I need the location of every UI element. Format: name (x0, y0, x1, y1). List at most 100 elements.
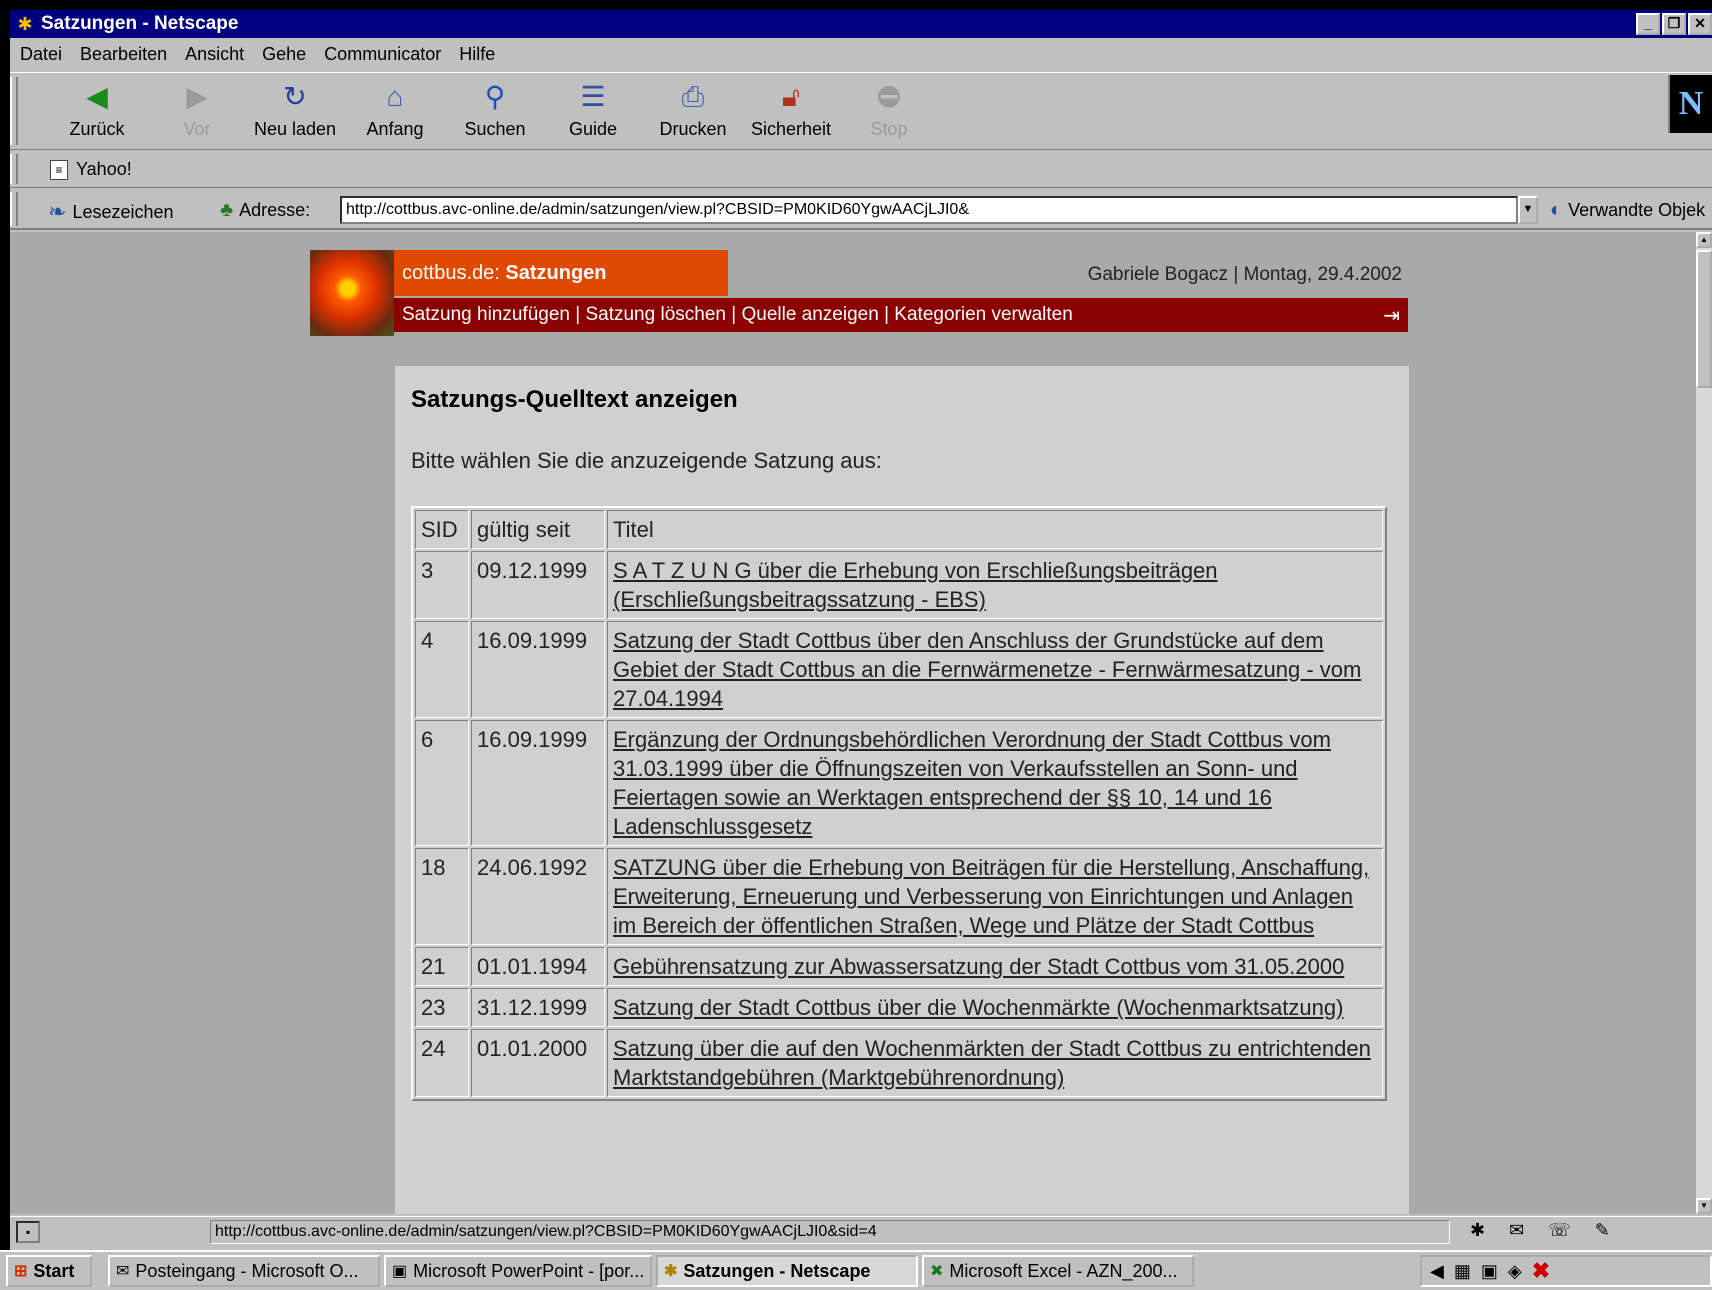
ati-icon[interactable]: ▣ (1481, 1261, 1498, 1282)
component-bar: ✱ ✉ ☏ ✎ (1470, 1220, 1610, 1241)
brand-section: Satzungen (505, 262, 607, 284)
cell-title: Gebührensatzung zur Abwassersatzung der … (607, 947, 1383, 986)
cell-date: 16.09.1999 (471, 621, 605, 718)
menu-gehe[interactable]: Gehe (262, 44, 306, 65)
menu-communicator[interactable]: Communicator (324, 44, 441, 65)
guide-button[interactable]: ☰ Guide (548, 79, 638, 140)
browser-window: ✱ Satzungen - Netscape _ ❐ ✕ Datei Bearb… (10, 10, 1712, 1260)
task-netscape[interactable]: ✱ Satzungen - Netscape (656, 1255, 918, 1287)
system-tray: ◀ ▦ ▣ ◈ ✖ (1420, 1255, 1712, 1287)
status-url: http://cottbus.avc-online.de/admin/satzu… (210, 1220, 1450, 1244)
satzung-link[interactable]: SATZUNG über die Erhebung von Beiträgen … (613, 855, 1369, 938)
task-powerpoint[interactable]: ▣ Microsoft PowerPoint - [por... (384, 1255, 652, 1287)
task-outlook[interactable]: ✉ Posteingang - Microsoft O... (108, 1255, 380, 1287)
tray-app-icon[interactable]: ▦ (1454, 1261, 1471, 1282)
user-date-info: Gabriele Bogacz | Montag, 29.4.2002 (1087, 264, 1402, 285)
task-excel[interactable]: ✖ Microsoft Excel - AZN_200... (922, 1255, 1194, 1287)
security-button[interactable]: 🔓︎ Sicherheit (746, 79, 836, 140)
satzung-link[interactable]: Gebührensatzung zur Abwassersatzung der … (613, 954, 1344, 979)
nav-manage-categories[interactable]: Kategorien verwalten (894, 304, 1073, 325)
page-icon: ≡ (50, 159, 68, 180)
tray-red-icon[interactable]: ✖ (1532, 1258, 1550, 1284)
maximize-button[interactable]: ❐ (1662, 13, 1686, 35)
table-row: 21 01.01.1994 Gebührensatzung zur Abwass… (415, 947, 1383, 986)
bookmarks-icon: ❧ (48, 199, 67, 224)
address-label: ♣ Adresse: (220, 199, 310, 222)
reload-button[interactable]: ↻ Neu laden (250, 79, 340, 140)
cell-sid: 24 (415, 1029, 469, 1097)
satzung-link[interactable]: S A T Z U N G über die Erhebung von Ersc… (613, 558, 1218, 612)
discussion-icon[interactable]: ☏ (1548, 1220, 1571, 1241)
personal-toolbar-grip[interactable] (10, 154, 18, 184)
site-nav: Satzung hinzufügen | Satzung löschen | Q… (394, 298, 1408, 332)
cell-sid: 6 (415, 720, 469, 846)
close-button[interactable]: ✕ (1688, 13, 1712, 35)
cell-date: 24.06.1992 (471, 848, 605, 945)
table-row: 23 31.12.1999 Satzung der Stadt Cottbus … (415, 988, 1383, 1027)
stop-button[interactable]: ⛔︎ Stop (844, 79, 934, 140)
nav-separator: | (878, 304, 895, 325)
address-input[interactable]: http://cottbus.avc-online.de/admin/satzu… (340, 196, 1518, 224)
table-row: 24 01.01.2000 Satzung über die auf den W… (415, 1029, 1383, 1097)
stop-icon: ⛔︎ (877, 81, 901, 112)
location-icon[interactable]: ♣ (220, 199, 233, 222)
cell-title: Satzung der Stadt Cottbus über die Woche… (607, 988, 1383, 1027)
satzung-link[interactable]: Ergänzung der Ordnungsbehördlichen Veror… (613, 727, 1331, 839)
windows-logo-icon: ⊞ (14, 1263, 28, 1280)
satzung-link[interactable]: Satzung der Stadt Cottbus über den Ansch… (613, 628, 1361, 711)
menu-hilfe[interactable]: Hilfe (459, 44, 495, 65)
menu-bearbeiten[interactable]: Bearbeiten (80, 44, 167, 65)
cell-date: 31.12.1999 (471, 988, 605, 1027)
netscape-app-icon: ✱ (17, 14, 33, 34)
satzung-link[interactable]: Satzung über die auf den Wochenmärkten d… (613, 1036, 1371, 1090)
table-row: 6 16.09.1999 Ergänzung der Ordnungsbehör… (415, 720, 1383, 846)
nav-delete-satzung[interactable]: Satzung löschen (585, 304, 726, 325)
powerpoint-icon: ▣ (392, 1263, 408, 1280)
satzung-link[interactable]: Satzung der Stadt Cottbus über die Woche… (613, 995, 1343, 1020)
home-button[interactable]: ⌂ Anfang (350, 79, 440, 140)
vertical-scrollbar[interactable]: ▲ ▼ (1696, 232, 1712, 1214)
col-valid-since: gültig seit (471, 510, 605, 549)
menu-datei[interactable]: Datei (20, 44, 62, 65)
toolbar-grip[interactable] (10, 77, 18, 145)
forward-button[interactable]: ▶ Vor (152, 79, 242, 140)
back-button[interactable]: ◀ Zurück (52, 79, 142, 140)
netscape-logo[interactable]: N (1668, 75, 1712, 133)
bookmarks-button[interactable]: ❧ Lesezeichen (48, 199, 174, 225)
home-icon: ⌂ (386, 81, 404, 112)
related-objects-button[interactable]: ◐ Verwandte Objek (1550, 199, 1705, 222)
navigator-icon[interactable]: ✱ (1470, 1220, 1485, 1241)
forward-arrow-icon: ▶ (186, 81, 208, 112)
nav-show-source[interactable]: Quelle anzeigen (741, 304, 878, 325)
start-button[interactable]: ⊞ Start (6, 1255, 92, 1287)
network-icon[interactable]: ◈ (1508, 1261, 1522, 1282)
location-toolbar-grip[interactable] (10, 192, 18, 226)
nav-add-satzung[interactable]: Satzung hinzufügen (402, 304, 570, 325)
site-brand: cottbus.de: Satzungen (394, 250, 728, 296)
task-label: Microsoft PowerPoint - [por... (413, 1260, 645, 1281)
scroll-thumb[interactable] (1696, 250, 1712, 388)
scroll-down-arrow-icon[interactable]: ▼ (1696, 1198, 1712, 1214)
col-sid: SID (415, 510, 469, 549)
print-button[interactable]: ⎙ Drucken (648, 79, 738, 140)
address-dropdown-button[interactable]: ▼ (1518, 196, 1538, 224)
bookmarks-label: Lesezeichen (72, 201, 174, 222)
search-button[interactable]: ⚲ Suchen (450, 79, 540, 140)
start-label: Start (33, 1260, 75, 1281)
menu-ansicht[interactable]: Ansicht (185, 44, 244, 65)
logout-icon[interactable]: ⇥ (1383, 303, 1400, 328)
outlook-icon: ✉ (116, 1263, 130, 1280)
related-icon: ◐ (1550, 199, 1563, 221)
cell-title: Ergänzung der Ordnungsbehördlichen Veror… (607, 720, 1383, 846)
scroll-up-arrow-icon[interactable]: ▲ (1696, 232, 1712, 248)
composer-icon[interactable]: ✎ (1595, 1220, 1610, 1241)
yahoo-bookmark[interactable]: ≡ Yahoo! (50, 159, 132, 180)
guide-icon: ☰ (580, 81, 606, 112)
lock-icon: 🔓︎ (781, 81, 801, 112)
search-label: Suchen (464, 119, 526, 139)
volume-icon[interactable]: ◀ (1430, 1261, 1444, 1282)
minimize-button[interactable]: _ (1636, 13, 1660, 35)
mail-icon[interactable]: ✉ (1509, 1220, 1524, 1241)
security-label: Sicherheit (750, 119, 832, 139)
cell-date: 01.01.1994 (471, 947, 605, 986)
